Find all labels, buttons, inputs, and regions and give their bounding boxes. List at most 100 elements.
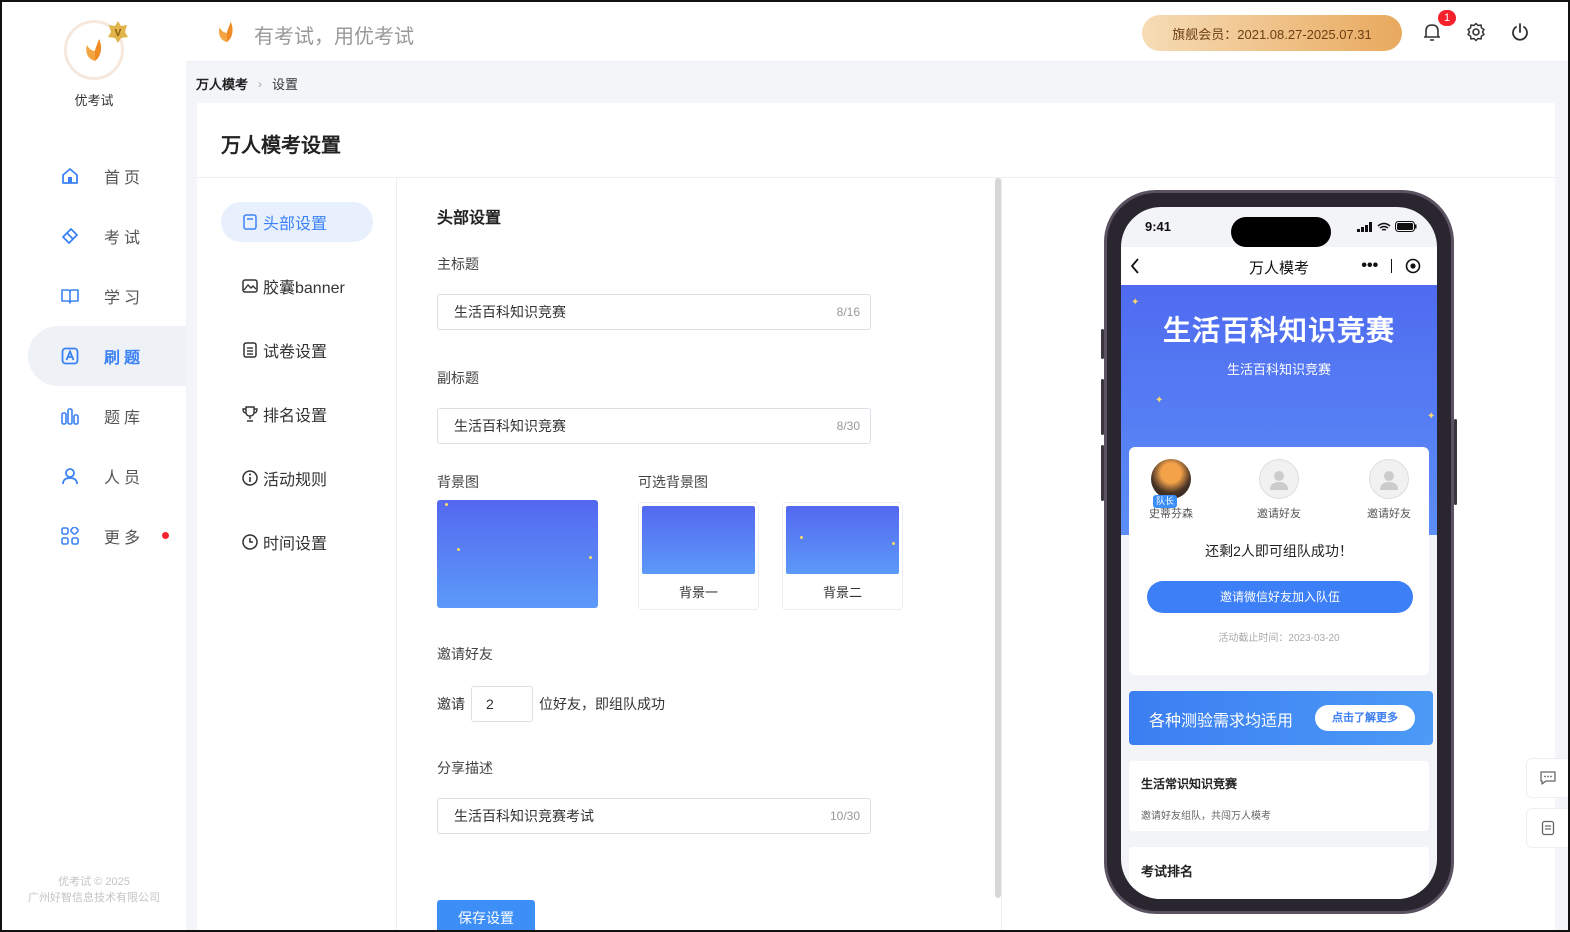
phone-side-button xyxy=(1101,445,1104,501)
sidebar-item-members[interactable]: 人员 xyxy=(2,446,186,506)
chat-float-button[interactable] xyxy=(1526,758,1568,798)
power-icon[interactable] xyxy=(1508,20,1532,44)
invite-row: 邀请 2 位好友，即组队成功 xyxy=(437,686,665,722)
new-indicator-dot xyxy=(162,532,169,539)
sidebar-item-label: 考试 xyxy=(104,230,145,247)
phone-screen: 9:41 万人模考 ••• ✦ ✦ ✦ 生活百科知识竞赛 生活百科知识竞赛 队长… xyxy=(1121,207,1437,899)
team-card: 队长 史蒂芬森 邀请好友 邀请好友 还剩2人即可组队成功！ 邀请微信好友加入队伍… xyxy=(1129,447,1429,675)
doc-icon xyxy=(241,213,259,231)
brand-name: 优考试 xyxy=(74,93,114,108)
sparkle xyxy=(892,542,895,545)
notes-float-button[interactable] xyxy=(1526,808,1568,848)
more-dots-icon[interactable]: ••• xyxy=(1361,258,1378,274)
signal-icon xyxy=(1357,221,1372,232)
background-option-1[interactable]: 背景一 xyxy=(638,502,759,610)
invite-wechat-button[interactable]: 邀请微信好友加入队伍 xyxy=(1147,581,1413,613)
menu-item-label: 活动规则 xyxy=(263,472,328,489)
menu-item-label: 时间设置 xyxy=(263,536,328,553)
gear-icon[interactable] xyxy=(1464,20,1488,44)
close-target-icon[interactable] xyxy=(1405,258,1421,274)
empty-avatar-icon xyxy=(1259,459,1299,499)
sparkle-icon: ✦ xyxy=(1427,411,1436,422)
bars-icon xyxy=(60,406,80,426)
battery-icon xyxy=(1395,221,1417,232)
sidebar-item-study[interactable]: 学习 xyxy=(2,266,186,326)
learn-more-button[interactable]: 点击了解更多 xyxy=(1315,705,1415,731)
sidebar-item-exam[interactable]: 考试 xyxy=(2,206,186,266)
dynamic-island xyxy=(1231,217,1331,247)
sidebar-item-practice[interactable]: 刷题 xyxy=(28,326,186,386)
team-member-slot[interactable]: 邀请好友 xyxy=(1239,459,1319,521)
save-settings-button[interactable]: 保存设置 xyxy=(437,900,535,930)
sparkle xyxy=(457,548,460,551)
top-header: 有考试，用优考试 旗舰会员：2021.08.27-2025.07.31 1 xyxy=(186,2,1568,62)
settings-menu: 头部设置 胶囊banner 试卷设置 排名设置 活动规则 时间设置 xyxy=(197,178,397,930)
optional-background-label: 可选背景图 xyxy=(638,474,708,490)
sidebar-item-label: 人员 xyxy=(104,470,145,487)
exam-info-card: 生活常识知识竞赛 邀请好友组队，共闯万人模考 xyxy=(1129,761,1429,831)
subtitle-input[interactable]: 生活百科知识竞赛 8/30 xyxy=(437,408,871,444)
avatar xyxy=(1151,459,1191,499)
menu-item-label: 胶囊banner xyxy=(263,280,345,297)
breadcrumb: 万人模考 › 设置 xyxy=(196,74,298,93)
sidebar-item-question-bank[interactable]: 题库 xyxy=(2,386,186,446)
exam-info-title: 生活常识知识竞赛 xyxy=(1141,777,1238,791)
svg-text:V: V xyxy=(115,28,122,39)
char-counter: 8/16 xyxy=(836,305,860,319)
invite-friends-label: 邀请好友 xyxy=(437,646,493,662)
ranking-title: 考试排名 xyxy=(1141,864,1194,879)
vip-membership-badge[interactable]: 旗舰会员：2021.08.27-2025.07.31 xyxy=(1142,15,1402,51)
leaf-logo-icon xyxy=(86,39,102,61)
invite-suffix: 位好友，即组队成功 xyxy=(539,696,665,712)
grid-icon xyxy=(60,526,80,546)
mini-program-capsule[interactable]: ••• xyxy=(1355,253,1427,279)
menu-item-label: 排名设置 xyxy=(263,408,328,425)
company-line: 广州好智信息技术有限公司 xyxy=(28,892,160,904)
background-label: 背景图 xyxy=(437,474,479,490)
status-time: 9:41 xyxy=(1145,219,1172,234)
promo-text: 各种测验需求均适用 xyxy=(1149,713,1294,730)
input-value: 生活百科知识竞赛考试 xyxy=(454,808,594,824)
phone-side-button xyxy=(1101,329,1104,359)
phone-side-button xyxy=(1454,419,1457,505)
menu-item-paper-settings[interactable]: 试卷设置 xyxy=(221,330,373,370)
sidebar-item-home[interactable]: 首页 xyxy=(2,146,186,206)
invite-prefix: 邀请 xyxy=(437,696,465,712)
sparkle-icon: ✦ xyxy=(1131,297,1140,308)
share-description-input[interactable]: 生活百科知识竞赛考试 10/30 xyxy=(437,798,871,834)
subtitle-label: 副标题 xyxy=(437,370,479,386)
char-counter: 10/30 xyxy=(829,809,860,823)
mini-program-nav-bar: 万人模考 ••• xyxy=(1121,247,1437,285)
sidebar-item-label: 更多 xyxy=(104,530,145,547)
status-icons xyxy=(1357,221,1417,232)
empty-avatar-icon xyxy=(1369,459,1409,499)
team-member-slot[interactable]: 邀请好友 xyxy=(1349,459,1429,521)
menu-item-activity-rules[interactable]: 活动规则 xyxy=(221,458,373,498)
menu-item-header-settings[interactable]: 头部设置 xyxy=(221,202,373,242)
deadline-text: 活动截止时间：2023-03-20 xyxy=(1218,633,1340,644)
main-title-input[interactable]: 生活百科知识竞赛 8/16 xyxy=(437,294,871,330)
background-option-label: 背景一 xyxy=(678,585,718,600)
page-title: 万人模考设置 xyxy=(221,135,341,157)
background-option-2[interactable]: 背景二 xyxy=(782,502,903,610)
sidebar: V 优考试 首页 考试 学习 刷题 题库 人员 更多 优考试 © 2025 广州… xyxy=(2,2,186,930)
sparkle xyxy=(589,556,592,559)
hero-title: 生活百科知识竞赛 xyxy=(1162,315,1395,346)
notes-icon xyxy=(1541,820,1555,836)
sidebar-item-label: 学习 xyxy=(104,290,145,307)
promo-banner[interactable]: 各种测验需求均适用 点击了解更多 xyxy=(1129,691,1433,745)
sidebar-item-more[interactable]: 更多 xyxy=(2,506,186,566)
sidebar-nav: 首页 考试 学习 刷题 题库 人员 更多 xyxy=(2,146,186,566)
breadcrumb-item-current: 设置 xyxy=(272,77,299,92)
sparkle xyxy=(800,536,803,539)
current-background-image[interactable] xyxy=(437,500,598,608)
chevron-right-icon: › xyxy=(258,76,263,91)
a-box-icon xyxy=(60,346,80,366)
menu-item-capsule-banner[interactable]: 胶囊banner xyxy=(221,266,373,306)
menu-item-time-settings[interactable]: 时间设置 xyxy=(221,522,373,562)
copyright-line: 优考试 © 2025 xyxy=(58,876,130,888)
invite-count-input[interactable]: 2 xyxy=(471,686,533,722)
main-title-label: 主标题 xyxy=(437,256,479,272)
breadcrumb-item-parent[interactable]: 万人模考 xyxy=(196,74,248,93)
menu-item-ranking-settings[interactable]: 排名设置 xyxy=(221,394,373,434)
